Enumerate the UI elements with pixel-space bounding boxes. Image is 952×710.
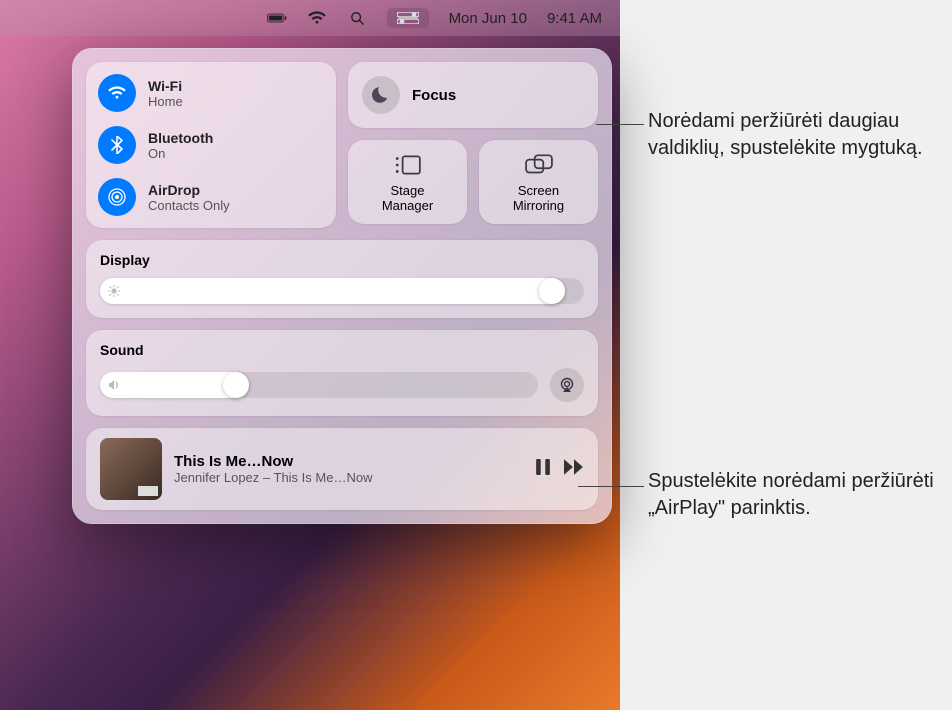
now-playing-tile[interactable]: This Is Me…Now Jennifer Lopez – This Is … (86, 428, 598, 510)
track-artist: Jennifer Lopez – This Is Me…Now (174, 470, 524, 485)
sound-label: Sound (100, 342, 584, 358)
callout-line (596, 124, 644, 125)
bluetooth-toggle[interactable]: Bluetooth On (98, 126, 324, 164)
album-art (100, 438, 162, 500)
bluetooth-label: Bluetooth (148, 130, 213, 146)
screen-mirroring-icon (525, 152, 553, 178)
display-tile[interactable]: Display (86, 240, 598, 318)
bluetooth-status: On (148, 146, 213, 161)
pause-button[interactable] (536, 459, 550, 480)
controlcenter-menubar-icon[interactable] (387, 8, 429, 28)
airplay-audio-button[interactable] (550, 368, 584, 402)
airdrop-toggle[interactable]: AirDrop Contacts Only (98, 178, 324, 216)
track-title: This Is Me…Now (174, 453, 524, 470)
speaker-icon (108, 379, 122, 391)
wifi-status: Home (148, 94, 183, 109)
stage-manager-icon (394, 152, 422, 178)
airdrop-icon (98, 178, 136, 216)
menubar: Mon Jun 10 9:41 AM (0, 0, 620, 36)
wifi-toggle[interactable]: Wi-Fi Home (98, 74, 324, 112)
moon-icon (362, 76, 400, 114)
sound-tile[interactable]: Sound (86, 330, 598, 416)
sun-icon (108, 285, 120, 297)
display-label: Display (100, 252, 584, 268)
wifi-label: Wi-Fi (148, 78, 183, 94)
airdrop-status: Contacts Only (148, 198, 230, 213)
focus-tile[interactable]: Focus (348, 62, 598, 128)
connectivity-tile[interactable]: Wi-Fi Home Bluetooth On AirDrop (86, 62, 336, 228)
airdrop-label: AirDrop (148, 182, 230, 198)
screen-mirroring-tile[interactable]: Screen Mirroring (479, 140, 598, 224)
brightness-slider[interactable] (100, 278, 584, 304)
screen-mirroring-label: Screen Mirroring (513, 184, 564, 214)
stage-manager-label: Stage Manager (382, 184, 433, 214)
wifi-icon (98, 74, 136, 112)
battery-icon[interactable] (267, 11, 287, 25)
menubar-date[interactable]: Mon Jun 10 (449, 10, 527, 27)
stage-manager-tile[interactable]: Stage Manager (348, 140, 467, 224)
volume-slider[interactable] (100, 372, 538, 398)
focus-label: Focus (412, 87, 456, 104)
control-center-panel: Wi-Fi Home Bluetooth On AirDrop (72, 48, 612, 524)
next-track-button[interactable] (564, 459, 584, 480)
callout-line (578, 486, 644, 487)
menubar-time[interactable]: 9:41 AM (547, 10, 602, 27)
callout-focus: Norėdami peržiūrėti daugiau valdiklių, s… (648, 108, 952, 162)
spotlight-icon[interactable] (347, 11, 367, 25)
wifi-icon[interactable] (307, 11, 327, 25)
callout-airplay: Spustelėkite norėdami peržiūrėti „AirPla… (648, 468, 952, 522)
bluetooth-icon (98, 126, 136, 164)
